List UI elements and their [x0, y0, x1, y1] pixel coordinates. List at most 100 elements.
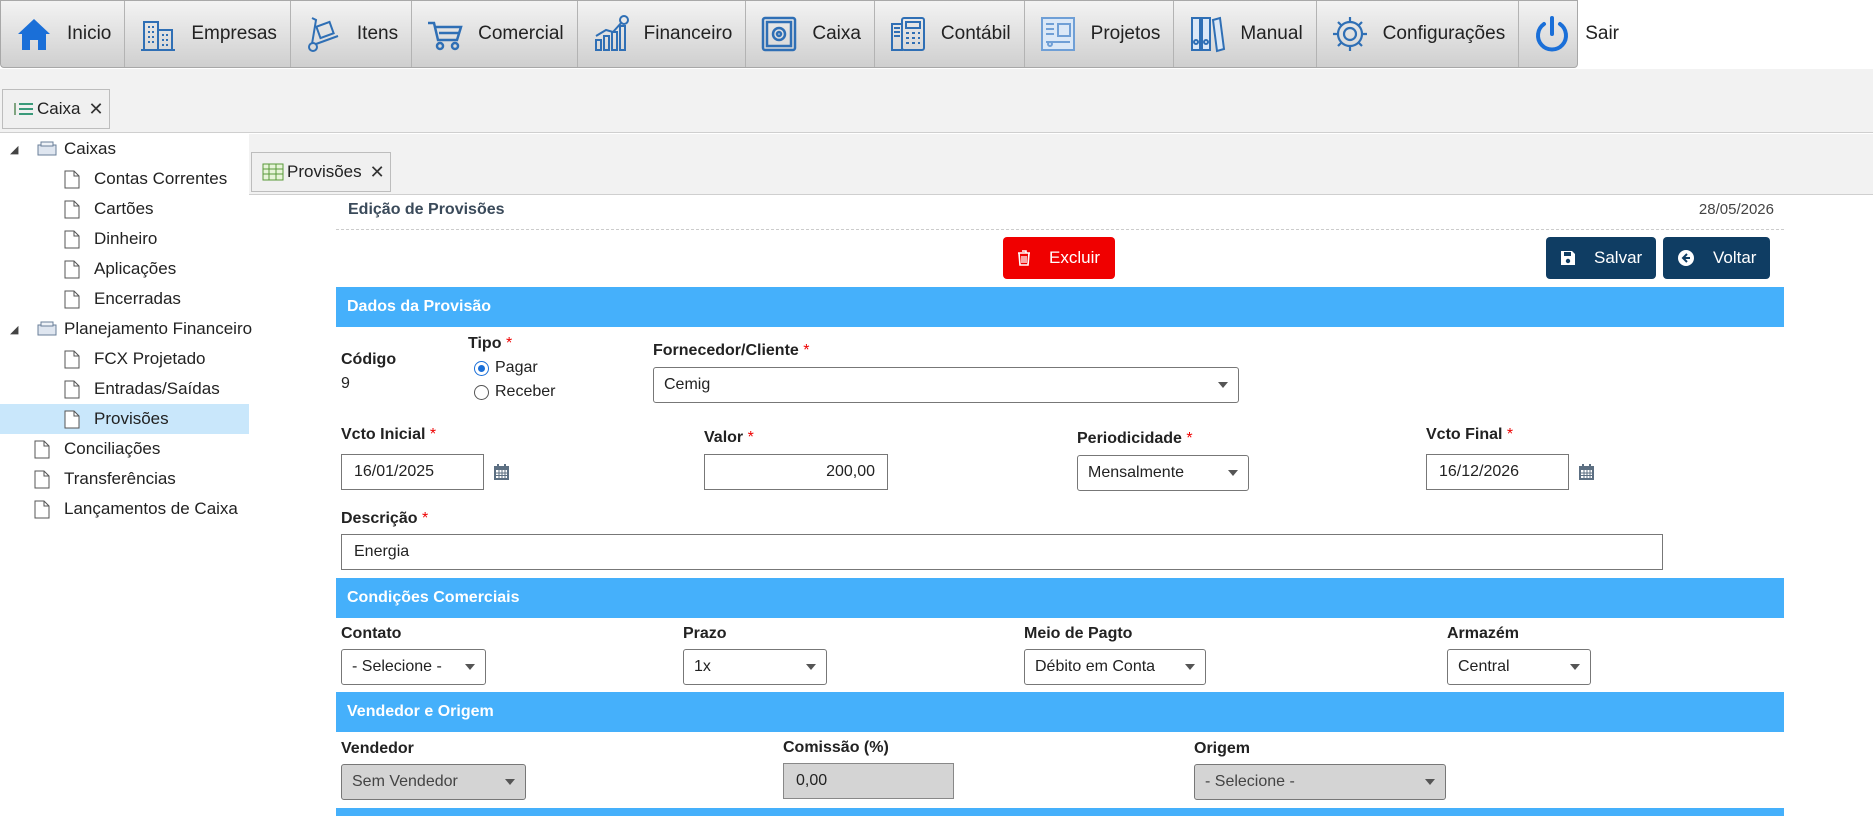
required-marker: * — [1506, 426, 1514, 443]
document-icon — [64, 410, 80, 434]
required-marker: * — [747, 429, 754, 446]
toolbar-label: Comercial — [478, 23, 564, 44]
tree-item-label: Dinheiro — [94, 229, 158, 248]
tree-item-label: FCX Projetado — [94, 349, 206, 368]
tree-item-dinheiro[interactable]: Dinheiro — [0, 224, 249, 254]
toolbar-label: Configurações — [1382, 23, 1506, 44]
tree-item-aplicacoes[interactable]: Aplicações — [0, 254, 249, 284]
tree-item-label: Contas Correntes — [94, 169, 228, 188]
shopping-cart-icon — [424, 13, 466, 55]
building-icon — [137, 13, 179, 55]
descricao-input[interactable]: Energia — [341, 534, 1663, 570]
tree-item-cartoes[interactable]: Cartões — [0, 194, 249, 224]
tree-item-caixas[interactable]: ◢ Caixas — [0, 134, 249, 164]
toolbar-button-manual[interactable]: Manual — [1174, 1, 1317, 67]
tipo-radio-pagar[interactable]: Pagar — [474, 359, 538, 377]
meio-pagto-label: Meio de Pagto — [1024, 625, 1133, 642]
descricao-label: Descrição * — [341, 510, 429, 527]
chevron-down-icon — [1218, 382, 1228, 388]
tree-item-entradas-saidas[interactable]: Entradas/Saídas — [0, 374, 249, 404]
toolbar-button-inicio[interactable]: Inicio — [1, 1, 126, 67]
tree-item-encerradas[interactable]: Encerradas — [0, 284, 249, 314]
delete-button[interactable]: Excluir — [1003, 237, 1115, 279]
armazem-label: Armazém — [1447, 625, 1520, 642]
save-button[interactable]: Salvar — [1546, 237, 1656, 279]
chevron-down-icon — [1425, 779, 1435, 785]
vendedor-select[interactable]: Sem Vendedor — [341, 764, 526, 800]
section-header-partial — [336, 808, 1784, 816]
tree-item-label: Caixas — [64, 139, 116, 158]
close-icon[interactable]: ✕ — [88, 99, 103, 120]
tree-item-transferencias[interactable]: Transferências — [0, 464, 249, 494]
provision-edit-form: Edição de Provisões 28/05/2026 Excluir S… — [336, 196, 1784, 816]
tree-item-fcx-projetado[interactable]: FCX Projetado — [0, 344, 249, 374]
toolbar-label: Empresas — [191, 23, 277, 44]
contato-value: - Selecione - — [352, 658, 442, 675]
vcto-final-input[interactable]: 16/12/2026 — [1426, 454, 1569, 490]
tree-item-label: Planejamento Financeiro — [64, 319, 253, 338]
tree-item-contas-correntes[interactable]: Contas Correntes — [0, 164, 249, 194]
page-title: Edição de Provisões — [348, 201, 505, 218]
toolbar-button-comercial[interactable]: Comercial — [412, 1, 578, 67]
toolbar-button-projetos[interactable]: Projetos — [1025, 1, 1175, 67]
power-icon — [1531, 13, 1573, 55]
tree-item-conciliacoes[interactable]: Conciliações — [0, 434, 249, 464]
document-icon — [34, 440, 50, 464]
origem-label: Origem — [1194, 740, 1251, 757]
tree-item-provisoes[interactable]: Provisões — [0, 404, 249, 434]
armazem-value: Central — [1458, 658, 1510, 675]
vcto-inicial-label: Vcto Inicial * — [341, 426, 437, 443]
tree-item-planejamento-financeiro[interactable]: ◢ Planejamento Financeiro — [0, 314, 253, 344]
tree-item-lancamentos-de-caixa[interactable]: Lançamentos de Caixa — [0, 494, 249, 524]
toolbar-label: Manual — [1240, 23, 1303, 44]
contato-select[interactable]: - Selecione - — [341, 649, 486, 685]
comissao-input[interactable]: 0,00 — [783, 763, 954, 799]
calculator-icon — [887, 13, 929, 55]
valor-input[interactable]: 200,00 — [704, 454, 888, 490]
trash-icon — [1017, 250, 1031, 266]
chevron-down-icon — [1228, 470, 1238, 476]
tipo-label: Tipo * — [468, 335, 513, 352]
document-icon — [64, 170, 80, 194]
toolbar-button-configuracoes[interactable]: Configurações — [1317, 1, 1520, 67]
section-header-vendedor: Vendedor e Origem — [336, 692, 1784, 732]
vcto-inicial-input[interactable]: 16/01/2025 — [341, 454, 484, 490]
document-icon — [64, 380, 80, 404]
drawer-icon — [37, 141, 57, 162]
toolbar-button-contabil[interactable]: Contábil — [875, 1, 1025, 67]
prazo-select[interactable]: 1x — [683, 649, 827, 685]
meio-pagto-select[interactable]: Débito em Conta — [1024, 649, 1206, 685]
navigation-tree: ◢ Caixas Contas Correntes Cartões Dinhei… — [0, 134, 253, 816]
calendar-icon[interactable] — [493, 463, 510, 486]
expanded-arrow-icon[interactable]: ◢ — [10, 143, 18, 156]
list-icon — [13, 101, 35, 117]
section-header-condicoes: Condições Comerciais — [336, 578, 1784, 618]
tree-item-label: Entradas/Saídas — [94, 379, 220, 398]
calendar-icon[interactable] — [1578, 463, 1595, 486]
toolbar-button-sair[interactable]: Sair — [1519, 1, 1632, 67]
home-icon — [13, 13, 55, 55]
toolbar-button-financeiro[interactable]: Financeiro — [578, 1, 747, 67]
toolbar-label: Projetos — [1090, 23, 1161, 44]
armazem-select[interactable]: Central — [1447, 649, 1591, 685]
chevron-down-icon — [1570, 664, 1580, 670]
toolbar-button-itens[interactable]: Itens — [291, 1, 413, 67]
valor-label: Valor * — [704, 429, 754, 446]
toolbar-button-empresas[interactable]: Empresas — [125, 1, 291, 67]
periodicidade-select[interactable]: Mensalmente — [1077, 455, 1249, 491]
origem-select[interactable]: - Selecione - — [1194, 764, 1446, 800]
radio-unselected-icon — [474, 384, 489, 400]
document-icon — [64, 230, 80, 254]
tab-caixa[interactable]: Caixa ✕ — [2, 89, 110, 129]
back-button[interactable]: Voltar — [1663, 237, 1770, 279]
fornecedor-select[interactable]: Cemig — [653, 367, 1239, 403]
floppy-disk-icon — [1560, 250, 1576, 266]
periodicidade-label: Periodicidade * — [1077, 430, 1193, 447]
chart-growth-icon — [590, 13, 632, 55]
toolbar-button-caixa[interactable]: Caixa — [746, 1, 875, 67]
expanded-arrow-icon[interactable]: ◢ — [10, 323, 18, 336]
fornecedor-value: Cemig — [664, 376, 711, 393]
tab-provisoes[interactable]: Provisões ✕ — [251, 152, 391, 192]
close-icon[interactable]: ✕ — [370, 162, 385, 183]
tipo-radio-receber[interactable]: Receber — [474, 383, 555, 401]
